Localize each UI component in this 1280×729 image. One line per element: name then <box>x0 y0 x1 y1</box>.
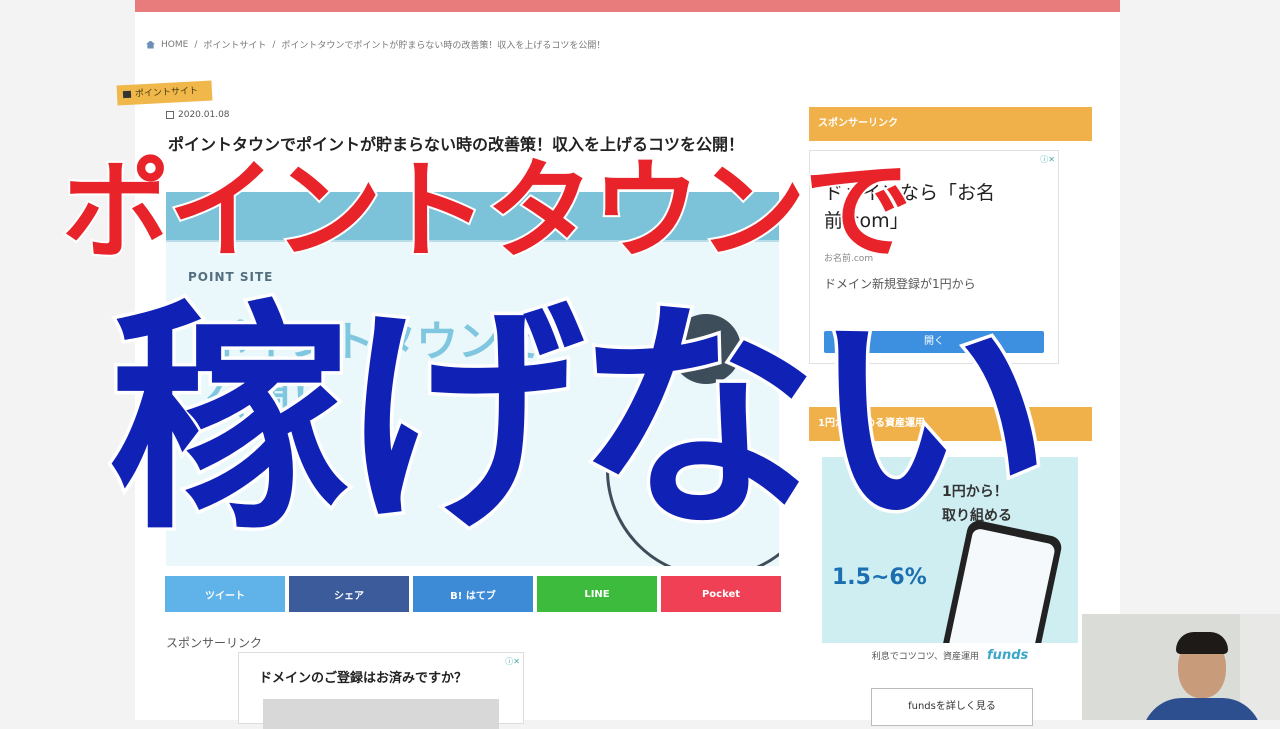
funds-details-button[interactable]: fundsを詳しく見る <box>871 688 1033 726</box>
category-label: ポイントサイト <box>134 86 199 100</box>
overlay-headline-line1: ポイントタウンで <box>60 147 914 276</box>
post-date: 2020.01.08 <box>166 110 230 120</box>
sponsor-ad[interactable]: ⓘ✕ ドメインのご登録はお済みですか？ <box>238 652 524 729</box>
webcam-overlay <box>1082 614 1280 720</box>
funds-logo: funds <box>987 647 1029 663</box>
funds-footer: 利息でコツコツ、資産運用 funds <box>822 643 1078 667</box>
funds-footer-text: 利息でコツコツ、資産運用 <box>871 651 980 662</box>
breadcrumb-home[interactable]: HOME <box>161 40 188 50</box>
breadcrumb-separator: / <box>194 39 198 50</box>
share-facebook-button[interactable]: シェア <box>289 576 409 612</box>
breadcrumb-separator: / <box>272 39 276 50</box>
sponsor-label: スポンサーリンク <box>166 636 263 650</box>
sponsor-ad-text: ドメインのご登録はお済みですか？ <box>259 671 468 686</box>
breadcrumb-current: ポイントタウンでポイントが貯まらない時の改善策！収入を上げるコツを公開！ <box>281 41 606 51</box>
home-icon <box>146 40 155 49</box>
share-twitter-button[interactable]: ツイート <box>165 576 285 612</box>
breadcrumb: HOME / ポイントサイト / ポイントタウンでポイントが貯まらない時の改善策… <box>146 38 605 51</box>
calendar-icon <box>166 111 174 119</box>
webcam-person-hair <box>1176 632 1228 654</box>
share-hatena-button[interactable]: B! はてブ <box>413 576 533 612</box>
post-date-text: 2020.01.08 <box>178 110 230 120</box>
webcam-wall <box>1240 614 1280 720</box>
share-line-button[interactable]: LINE <box>537 576 657 612</box>
sponsor-ad-image <box>263 699 499 729</box>
share-pocket-button[interactable]: Pocket <box>661 576 781 612</box>
overlay-headline-line2: 稼げない <box>104 280 1055 562</box>
funds-rate: 1.5~6% <box>832 565 927 590</box>
ad-choices-icon[interactable]: ⓘ✕ <box>1040 154 1055 165</box>
ad-choices-icon[interactable]: ⓘ✕ <box>505 656 520 667</box>
header-bar <box>135 0 1120 12</box>
folder-icon <box>122 90 132 99</box>
breadcrumb-category[interactable]: ポイントサイト <box>203 38 266 51</box>
share-buttons: ツイート シェア B! はてブ LINE Pocket <box>165 576 781 612</box>
